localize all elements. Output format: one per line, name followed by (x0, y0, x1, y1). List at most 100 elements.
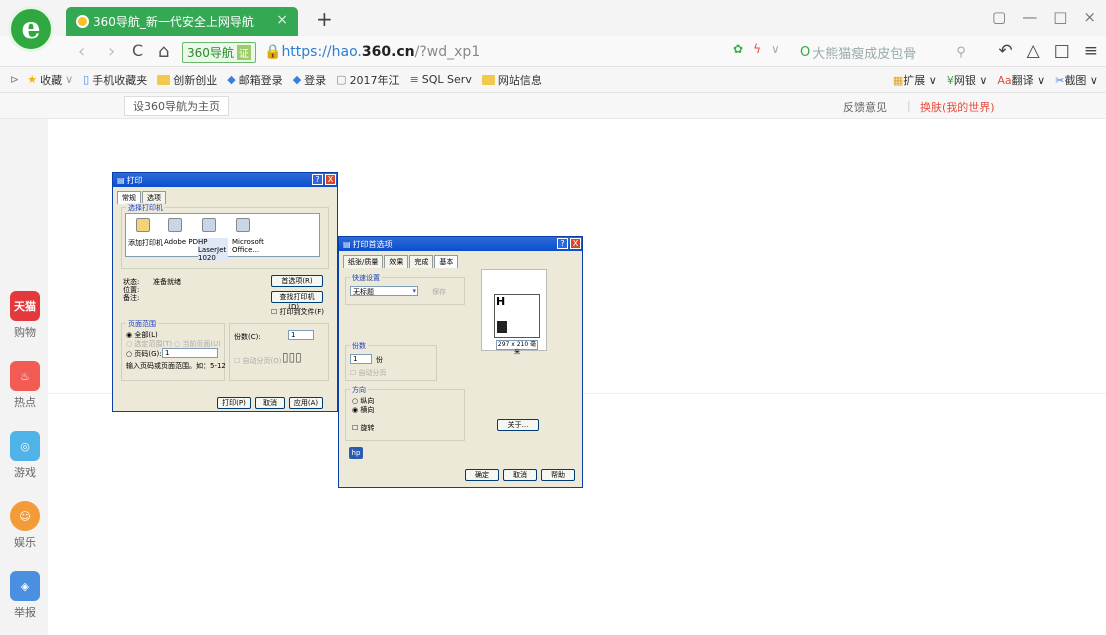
add-printer-icon[interactable] (136, 218, 150, 232)
divider: | (907, 99, 911, 112)
grid-icon: ▦ (892, 74, 904, 87)
bookmark-login[interactable]: ◆ 登录 (293, 72, 326, 88)
help-button[interactable]: ? (557, 238, 568, 249)
help-button[interactable]: ? (312, 174, 323, 185)
page-icon: ▢ (336, 73, 347, 86)
reload-button[interactable]: C (132, 41, 143, 60)
rail-item-games[interactable]: ◎ 游戏 (8, 431, 42, 480)
tab-effects[interactable]: 效果 (384, 255, 409, 268)
sidebar-toggle-icon[interactable]: ⊳ (10, 73, 19, 86)
money-icon: ¥ (946, 74, 954, 87)
cancel-button[interactable]: 取消 (503, 469, 537, 481)
print-button[interactable]: 打印(P) (217, 397, 251, 409)
tab-basics[interactable]: 基本 (434, 255, 459, 268)
tab-paper-quality[interactable]: 纸张/质量 (343, 255, 384, 268)
translate-icon: Aa (997, 74, 1012, 87)
bookmark-2017[interactable]: ▢ 2017年江 (336, 72, 399, 88)
search-input[interactable]: O 大熊猫瘦成皮包骨 ⚲ (800, 42, 990, 62)
rotate-checkbox[interactable]: ☐ 旋转 (352, 423, 375, 433)
tmall-icon: 天猫 (10, 291, 40, 321)
360-favicon-icon (76, 15, 89, 28)
printer-icon[interactable] (168, 218, 182, 232)
close-button[interactable]: × (1083, 8, 1096, 26)
bookmark-site-info[interactable]: 网站信息 (481, 72, 542, 88)
back-button[interactable]: ‹ (78, 41, 85, 62)
quick-settings-group: 快速设置 无标题 ▾ 保存 (345, 273, 465, 305)
pages-radio[interactable]: ○ 页码(G): (126, 349, 162, 359)
restore-icon[interactable]: ▢ (992, 8, 1006, 26)
minimize-button[interactable]: — (1022, 8, 1037, 26)
printer-icon[interactable] (202, 218, 216, 232)
maximize-button[interactable]: □ (1053, 8, 1067, 26)
bookmark-mobile[interactable]: ▯ 手机收藏夹 (83, 72, 147, 88)
print-dialog: ▤ 打印 ? X 常规 选项 选择打印机 添加打印机 Adobe PDF HP L… (112, 172, 338, 412)
bookmark-innovation[interactable]: 创新创业 (157, 72, 217, 88)
site-badge[interactable]: 360导航 证 (182, 42, 256, 63)
tab-finishing[interactable]: 完成 (409, 255, 434, 268)
bookmark-mail-login[interactable]: ◆ 邮箱登录 (227, 72, 282, 88)
collate-checkbox[interactable]: ☐ 自动分页 (350, 368, 387, 378)
undo-icon[interactable]: ↶ (998, 41, 1012, 61)
bank-button[interactable]: ¥网银 ∨ (947, 72, 988, 88)
feedback-link[interactable]: 反馈意见 (843, 99, 887, 115)
bookmarks-bar: ⊳ ★ 收藏 ∨ ▯ 手机收藏夹 创新创业 ◆ 邮箱登录 ◆ 登录 ▢ 2017年江 ≡ SQ… (0, 67, 1106, 93)
browser-titlebar: 360导航_新一代安全上网导航 × + ▢ — □ × (0, 0, 1106, 36)
help-text-button[interactable]: 帮助 (541, 469, 575, 481)
select-printer-group: 选择打印机 添加打印机 Adobe PDF HP LaserJet 1020 M… (121, 203, 329, 269)
rail-item-hot[interactable]: ♨ 热点 (8, 361, 42, 410)
bookmark-favorites[interactable]: ★ 收藏 ∨ (27, 72, 73, 88)
close-button[interactable]: X (570, 238, 581, 249)
save-button[interactable]: 保存 (432, 287, 446, 297)
forward-button[interactable]: › (108, 41, 115, 62)
home-button[interactable]: ⌂ (158, 41, 169, 62)
window-controls: ▢ — □ × (992, 8, 1096, 26)
find-printer-button[interactable]: 查找打印机(D)... (271, 291, 323, 311)
collate-icon: ▯▯▯ (282, 350, 302, 364)
close-button[interactable]: X (325, 174, 336, 185)
preferences-titlebar: ▤ 打印首选项 ? X (339, 237, 582, 251)
folder-icon (157, 74, 171, 85)
pages-input[interactable]: 1 (162, 348, 218, 358)
tab-close-icon[interactable]: × (276, 12, 288, 28)
cancel-button[interactable]: 取消 (255, 397, 285, 409)
alert-icon[interactable]: △ (1027, 41, 1040, 61)
chevron-down-icon[interactable]: ∨ (771, 42, 780, 56)
apply-button[interactable]: 应用(A) (289, 397, 323, 409)
new-tab-button[interactable]: + (316, 7, 333, 31)
menu-icon[interactable]: ≡ (1084, 41, 1098, 61)
collate-checkbox[interactable]: ☐ 自动分页(O) (234, 356, 282, 366)
360-search-icon: O (800, 44, 811, 60)
rail-item-report[interactable]: ◈ 举报 (8, 571, 42, 620)
ok-button[interactable]: 确定 (465, 469, 499, 481)
printer-small-icon: ▤ (117, 175, 125, 185)
extensions-button[interactable]: ▦扩展 ∨ (893, 72, 937, 88)
copies-stepper[interactable]: 1 (350, 354, 372, 364)
search-icon[interactable]: ⚲ (956, 45, 966, 60)
quick-settings-select[interactable]: 无标题 ▾ (350, 286, 418, 296)
address-bar[interactable]: 🔒https://hao.360.cn/?wd_xp1 (264, 44, 480, 60)
print-dialog-titlebar: ▤ 打印 ? X (113, 173, 337, 187)
fire-icon: ♨ (10, 361, 40, 391)
360-browser-logo[interactable]: e (8, 6, 54, 52)
printer-icon[interactable] (236, 218, 250, 232)
printer-small-icon: ▤ (343, 239, 351, 249)
diamond-icon: ◆ (292, 73, 302, 86)
bookmark-sql[interactable]: ≡ SQL Serv (410, 73, 472, 86)
preferences-button[interactable]: 首选项(R) (271, 275, 323, 287)
lightning-icon[interactable]: ϟ (753, 42, 761, 56)
change-skin-link[interactable]: 换肤(我的世界) (920, 99, 995, 115)
rail-item-shopping[interactable]: 天猫 购物 (8, 291, 42, 340)
orientation-group: 方向 ○ 纵向 ◉ 横向 ☐ 旋转 (345, 385, 465, 441)
printer-list[interactable]: 添加打印机 Adobe PDF HP LaserJet 1020 Microso… (125, 213, 320, 262)
reading-icon[interactable]: □ (1054, 41, 1070, 61)
translate-button[interactable]: Aa翻译 ∨ (997, 72, 1045, 88)
gear-icon[interactable]: ✿ (733, 42, 743, 56)
screenshot-button[interactable]: ✂截图 ∨ (1055, 72, 1098, 88)
landscape-radio[interactable]: ◉ 横向 (352, 405, 374, 415)
about-button[interactable]: 关于... (497, 419, 539, 431)
tab-360-nav[interactable]: 360导航_新一代安全上网导航 × (66, 7, 298, 36)
copies-stepper[interactable]: 1 (288, 330, 314, 340)
print-to-file-checkbox[interactable]: ☐ 打印到文件(F) (271, 307, 324, 317)
set-homepage-button[interactable]: 设360导航为主页 (124, 96, 229, 116)
rail-item-entertainment[interactable]: ☺ 娱乐 (8, 501, 42, 550)
